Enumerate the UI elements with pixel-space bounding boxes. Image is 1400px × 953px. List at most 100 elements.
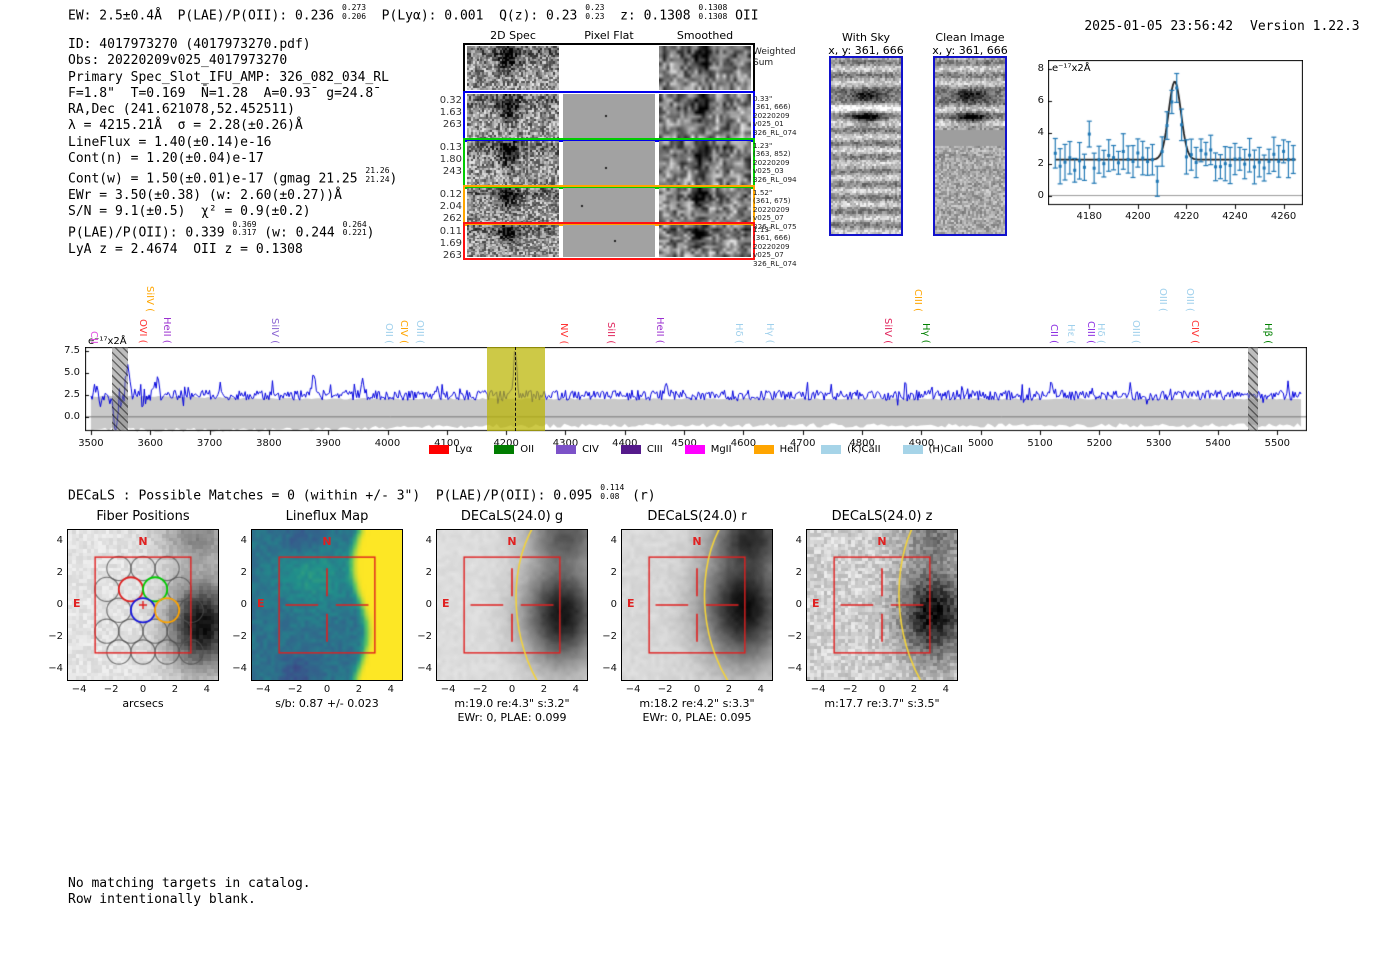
spec2d-col-header: 2D Spec	[490, 29, 536, 42]
pixelflat-image	[563, 46, 655, 90]
spectral-line-label: CIII (	[912, 289, 924, 312]
info-text: Primary Spec_Slot_IFU_AMP: 326_082_034_R…	[68, 69, 389, 85]
axis-tick-label: 4	[795, 535, 802, 547]
fiber-weight-value: 262	[442, 213, 462, 224]
decals-interval: 0.114 0.08	[600, 483, 624, 501]
info-text: LineFlux = 1.40(±0.14)e-16	[68, 134, 272, 150]
decals-r-image	[622, 530, 772, 680]
hatch-band	[1247, 347, 1259, 431]
axis-tick-label: 4	[425, 535, 432, 547]
axis-tick-label: −4	[255, 684, 271, 695]
axis-tick-label: 2	[1037, 158, 1044, 170]
smoothed-image	[659, 46, 751, 90]
axis-tick-label: 4	[240, 535, 247, 547]
axis-tick-label: −4	[625, 684, 641, 695]
fiber-weight-values: 0.32 1.63 263	[420, 95, 462, 131]
cutout-title: DECaLS(24.0) z	[831, 509, 933, 524]
elixer-report: EW: 2.5±0.4Å P(LAE)/P(OII): 0.236 0.273 0…	[0, 0, 1400, 953]
spec2d-col-header: Pixel Flat	[584, 29, 634, 42]
axis-tick-label: 4	[610, 535, 617, 547]
legend-item: MgII	[684, 444, 732, 455]
axis-tick-label: 2	[171, 684, 179, 695]
report-meta: 2025-01-05 23:56:42 Version 1.22.3	[1053, 4, 1360, 49]
sky-panel-title: With Sky	[842, 31, 890, 44]
spectral-line-label: Hγ (	[920, 323, 932, 344]
axis-tick-label: 0	[878, 684, 886, 695]
summary-text: z: 0.1308	[604, 8, 699, 24]
axis-tick-label: 2	[56, 567, 63, 579]
smoothed-image	[659, 225, 751, 257]
summary-text: EW: 2.5±0.4Å P(LAE)/P(OII): 0.236	[68, 8, 342, 24]
hatch-band	[111, 347, 129, 431]
axis-tick-label: 4	[56, 535, 63, 547]
axis-tick-label: −4	[810, 684, 826, 695]
legend-label: OII	[520, 444, 535, 455]
spectral-line-label: OIII (	[1130, 320, 1142, 344]
axis-tick-label: 0	[610, 599, 617, 610]
info-interval: 21.26 21.24	[365, 167, 389, 184]
info-line: Cont(n) = 1.20(±0.04)e-17	[68, 151, 397, 167]
spec2d-col-header: Smoothed	[676, 29, 734, 42]
info-text: λ = 4215.21Å σ = 2.28(±0.26)Å	[68, 118, 303, 134]
legend-swatch	[684, 445, 705, 454]
legend-label: CIV	[582, 444, 599, 455]
axis-tick-label: 4	[572, 684, 580, 695]
legend-label: MgII	[710, 444, 732, 455]
legend-swatch	[902, 445, 923, 454]
info-line: EWr = 3.50(±0.38) (w: 2.60(±0.27))Å	[68, 188, 397, 204]
cutout-title: Fiber Positions	[96, 509, 190, 524]
summary-text: P(Lyα): 0.001 Q(z): 0.23	[366, 8, 586, 24]
full-spectrum-plot	[85, 347, 1307, 439]
summary-interval: 0.1308 0.1308	[698, 3, 727, 21]
info-text: ID: 4017973270 (4017973270.pdf)	[68, 37, 311, 52]
decals-text: (r)	[624, 488, 656, 504]
axis-tick-label: 4	[757, 684, 765, 695]
east-label: E	[442, 597, 450, 610]
legend-label: (K)CaII	[847, 444, 881, 455]
legend-label: HeII	[779, 444, 800, 455]
fiber-weight-value: 0.12	[439, 189, 462, 200]
axis-tick-label: −2	[787, 630, 802, 642]
fiber-weight-value: 2.04	[439, 201, 462, 212]
north-label: N	[877, 535, 887, 548]
cutout-title: Lineflux Map	[285, 509, 369, 524]
info-interval-lo: 0.221	[342, 228, 367, 238]
cutout-caption: m:19.0 re:4.3" s:3.2"	[454, 697, 570, 710]
axis-tick-label: 0	[56, 599, 63, 610]
legend-item: (H)CaII	[902, 444, 963, 455]
axis-tick-label: 0	[508, 684, 516, 695]
axis-tick-label: 2	[910, 684, 918, 695]
axis-tick-label: −4	[71, 684, 87, 695]
axis-tick-label: 8	[1037, 63, 1044, 75]
axis-tick-label: 4260	[1270, 211, 1297, 222]
cutout-title: DECaLS(24.0) g	[460, 509, 564, 524]
pixelflat-image	[563, 141, 655, 186]
legend-item: OII	[494, 444, 534, 455]
legend-swatch	[753, 445, 774, 454]
axis-tick-label: 2	[795, 567, 802, 579]
spectral-line-label: Hβ (	[1262, 323, 1274, 344]
axis-tick-label: 4	[387, 684, 395, 695]
sky-panel-title: Clean Image	[935, 31, 1005, 44]
north-label: N	[507, 535, 517, 548]
smoothed-image	[659, 188, 751, 223]
summary-interval-lo: 0.206	[341, 11, 367, 21]
spectral-line-label: SiIV (	[144, 286, 156, 312]
axis-tick-label: −2	[602, 630, 617, 642]
line-marker	[515, 347, 517, 431]
summary-header: EW: 2.5±0.4Å P(LAE)/P(OII): 0.236 0.273 0…	[68, 3, 759, 24]
axis-tick-label: −2	[472, 684, 488, 695]
cleanimage-image	[935, 58, 1005, 234]
version-label: Version 1.22.3	[1250, 19, 1360, 34]
info-text: S/N = 9.1(±0.5) χ² = 0.9(±0.2)	[68, 204, 311, 220]
cutout-caption: m:17.7 re:3.7" s:3.5"	[824, 697, 940, 710]
legend-item: (K)CaII	[821, 444, 881, 455]
legend-item: HeII	[753, 444, 800, 455]
info-line: P(LAE)/P(OII): 0.339 0.369 0.317 (w: 0.24…	[68, 220, 397, 242]
spectral-line-label: OII (	[382, 323, 394, 344]
spectral-line-label: HeII (	[160, 317, 172, 344]
fiber-weight-value: 263	[442, 250, 462, 261]
legend-swatch	[494, 445, 515, 454]
legend-swatch	[620, 445, 641, 454]
axis-tick-label: −2	[103, 684, 119, 695]
